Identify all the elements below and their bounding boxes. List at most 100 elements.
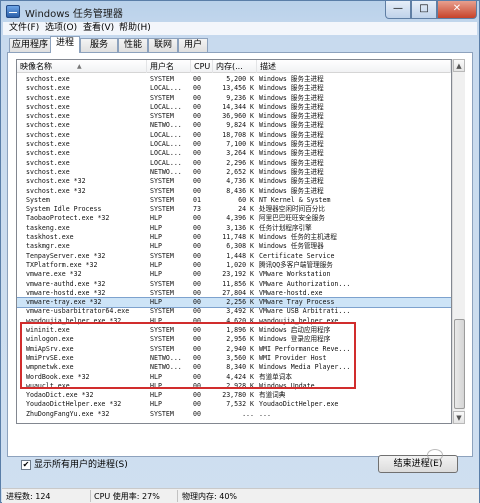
menu-help[interactable]: 帮助(H) bbox=[119, 22, 151, 35]
process-cpu: 00 bbox=[193, 279, 201, 288]
process-memory: 2,296 K bbox=[226, 158, 254, 167]
table-row[interactable]: svchost.exe *32 SYSTEM 00 4,736 K Windows 服务… bbox=[17, 177, 451, 186]
process-user: HLP bbox=[150, 260, 162, 269]
table-row[interactable]: vmware-authd.exe *32 SYSTEM 00 11,856 K VMwa… bbox=[17, 280, 451, 289]
minimize-button[interactable]: — bbox=[385, 1, 411, 19]
menu-view[interactable]: 查看(V) bbox=[83, 22, 114, 35]
status-bar: 进程数: 124 CPU 使用率: 27% 物理内存: 40% bbox=[2, 488, 479, 503]
table-row[interactable]: svchost.exe LOCAL... 00 7,100 K Windows 服务主进… bbox=[17, 140, 451, 149]
process-user: SYSTEM bbox=[150, 186, 174, 195]
table-row[interactable]: taskmgr.exe HLP 00 6,308 K Windows 任务管理器 bbox=[17, 242, 451, 251]
table-row[interactable]: vmware.exe *32 HLP 00 23,192 K VMware Workst… bbox=[17, 270, 451, 279]
table-row[interactable]: svchost.exe LOCAL... 00 18,708 K Windows 服务主… bbox=[17, 131, 451, 140]
process-name: ZhuDongFangYu.exe *32 bbox=[26, 409, 110, 418]
menu-options[interactable]: 选项(O) bbox=[45, 22, 77, 35]
table-row[interactable]: TXPlatform.exe *32 HLP 00 1,020 K 腾讯QQ多客户端管理… bbox=[17, 261, 451, 270]
table-row[interactable]: svchost.exe SYSTEM 00 9,236 K Windows 服务主进程 bbox=[17, 94, 451, 103]
process-name: YodaoDict.exe *32 bbox=[26, 391, 94, 400]
scroll-up-arrow-icon[interactable]: ▲ bbox=[453, 59, 465, 72]
process-memory: 2,652 K bbox=[226, 167, 254, 176]
scroll-down-arrow-icon[interactable]: ▼ bbox=[453, 411, 465, 424]
column-cpu[interactable]: CPU bbox=[191, 60, 213, 73]
table-row[interactable]: svchost.exe *32 SYSTEM 00 8,436 K Windows 服务… bbox=[17, 187, 451, 196]
table-row[interactable]: YoudaoDictHelper.exe *32 HLP 00 7,532 K Youd… bbox=[17, 400, 451, 409]
process-name: TaobaoProtect.exe *32 bbox=[26, 214, 110, 223]
table-row[interactable]: taskhost.exe HLP 00 11,748 K Windows 任务的主机进程 bbox=[17, 233, 451, 242]
tab-performance[interactable]: 性能 bbox=[118, 38, 148, 53]
table-row[interactable]: vmware-usbarbitrator64.exe SYSTEM 00 3,492 … bbox=[17, 307, 451, 316]
process-name: YoudaoDictHelper.exe *32 bbox=[26, 400, 122, 409]
table-row[interactable]: svchost.exe NETWO... 00 2,652 K Windows 服务主进… bbox=[17, 168, 451, 177]
table-row[interactable]: YodaoDict.exe *32 HLP 00 23,780 K 有道词典 bbox=[17, 391, 451, 400]
table-row[interactable]: svchost.exe NETWO... 00 9,824 K Windows 服务主进… bbox=[17, 121, 451, 130]
process-memory: 23,780 K bbox=[222, 391, 254, 400]
tab-services[interactable]: 服务 bbox=[80, 38, 118, 53]
table-row[interactable]: svchost.exe LOCAL... 00 14,344 K Windows 服务主… bbox=[17, 103, 451, 112]
tab-applications[interactable]: 应用程序 bbox=[9, 38, 51, 53]
process-name: svchost.exe bbox=[26, 75, 70, 83]
tab-networking[interactable]: 联网 bbox=[148, 38, 178, 53]
process-description: Windows 服务主进程 bbox=[259, 130, 324, 139]
column-description[interactable]: 描述 bbox=[257, 60, 451, 73]
process-memory: 1,448 K bbox=[226, 251, 254, 260]
tab-processes[interactable]: 进程 bbox=[50, 36, 80, 53]
scroll-thumb[interactable] bbox=[454, 319, 465, 409]
process-name: svchost.exe bbox=[26, 121, 70, 130]
process-cpu: 01 bbox=[193, 195, 201, 204]
table-row[interactable]: ZhuDongFangYu.exe *32 SYSTEM 00...... bbox=[17, 410, 451, 419]
process-description: Windows 任务管理器 bbox=[259, 242, 324, 251]
process-name: TXPlatform.exe *32 bbox=[26, 260, 98, 269]
vertical-scrollbar[interactable]: ▲ ▼ bbox=[452, 59, 465, 424]
process-description: Certificate Service bbox=[259, 251, 335, 260]
process-memory: 13,456 K bbox=[222, 84, 254, 93]
process-description: 任务计划程序引擎 bbox=[259, 223, 312, 232]
table-row[interactable]: TenpayServer.exe *32 SYSTEM 00 1,448 K Certi… bbox=[17, 252, 451, 261]
show-all-processes-label[interactable]: 显示所有用户的进程(S) bbox=[34, 459, 128, 471]
table-row[interactable]: System SYSTEM 01 60 K NT Kernel & System bbox=[17, 196, 451, 205]
process-name: vmware-authd.exe *32 bbox=[26, 279, 106, 288]
process-description: Windows 服务主进程 bbox=[259, 149, 324, 158]
table-row[interactable]: svchost.exe SYSTEM 00 5,200 K Windows 服务主进程 bbox=[17, 75, 451, 84]
process-memory: 11,856 K bbox=[222, 279, 254, 288]
process-memory: 9,236 K bbox=[226, 93, 254, 102]
maximize-button[interactable]: □ bbox=[411, 1, 437, 19]
column-memory[interactable]: 内存(... bbox=[213, 60, 257, 73]
process-cpu: 00 bbox=[193, 158, 201, 167]
close-button[interactable]: ✕ bbox=[437, 1, 477, 19]
table-row[interactable]: vmware-tray.exe *32 HLP 00 2,256 K VMware Tr… bbox=[17, 297, 451, 309]
process-cpu: 00 bbox=[193, 75, 201, 83]
status-separator bbox=[90, 490, 91, 502]
process-memory: 60 K bbox=[238, 195, 254, 204]
column-image-name[interactable]: 映像名称 ▲ bbox=[17, 60, 147, 73]
table-row[interactable]: svchost.exe SYSTEM 00 36,960 K Windows 服务主进程 bbox=[17, 112, 451, 121]
status-process-count: 进程数: 124 bbox=[6, 492, 51, 501]
process-description: 有道词典 bbox=[259, 391, 286, 400]
process-memory: 4,736 K bbox=[226, 177, 254, 186]
menu-file[interactable]: 文件(F) bbox=[9, 22, 39, 35]
show-all-processes-checkbox[interactable]: ✔ bbox=[21, 460, 31, 470]
tab-users[interactable]: 用户 bbox=[178, 38, 208, 53]
process-name: svchost.exe bbox=[26, 167, 70, 176]
process-memory: 27,804 K bbox=[222, 288, 254, 297]
table-row[interactable]: TaobaoProtect.exe *32 HLP 00 4,396 K 阿里巴巴旺旺安… bbox=[17, 214, 451, 223]
process-description: Windows 服务主进程 bbox=[259, 121, 324, 130]
process-user: HLP bbox=[150, 214, 162, 223]
process-memory: 11,748 K bbox=[222, 233, 254, 242]
table-row[interactable]: vmware-hostd.exe *32 SYSTEM 00 27,804 K VMwa… bbox=[17, 289, 451, 298]
table-row[interactable]: taskeng.exe HLP 00 3,136 K 任务计划程序引擎 bbox=[17, 224, 451, 233]
process-cpu: 00 bbox=[193, 112, 201, 121]
table-row[interactable]: svchost.exe LOCAL... 00 3,264 K Windows 服务主进… bbox=[17, 149, 451, 158]
task-manager-icon bbox=[6, 5, 20, 18]
process-memory: 5,200 K bbox=[226, 75, 254, 83]
process-name: svchost.exe bbox=[26, 140, 70, 149]
process-name: svchost.exe bbox=[26, 84, 70, 93]
process-name: svchost.exe bbox=[26, 158, 70, 167]
table-row[interactable]: svchost.exe LOCAL... 00 2,296 K Windows 服务主进… bbox=[17, 159, 451, 168]
table-row[interactable]: svchost.exe LOCAL... 00 13,456 K Windows 服务主… bbox=[17, 84, 451, 93]
process-cpu: 00 bbox=[193, 242, 201, 251]
end-process-button[interactable]: 结束进程(E) bbox=[378, 455, 458, 473]
process-user: LOCAL... bbox=[150, 84, 182, 93]
column-user[interactable]: 用户名 bbox=[147, 60, 191, 73]
process-description: Windows 任务的主机进程 bbox=[259, 233, 337, 242]
table-row[interactable]: System Idle Process SYSTEM 73 24 K 处理器空闲时间百分… bbox=[17, 205, 451, 214]
